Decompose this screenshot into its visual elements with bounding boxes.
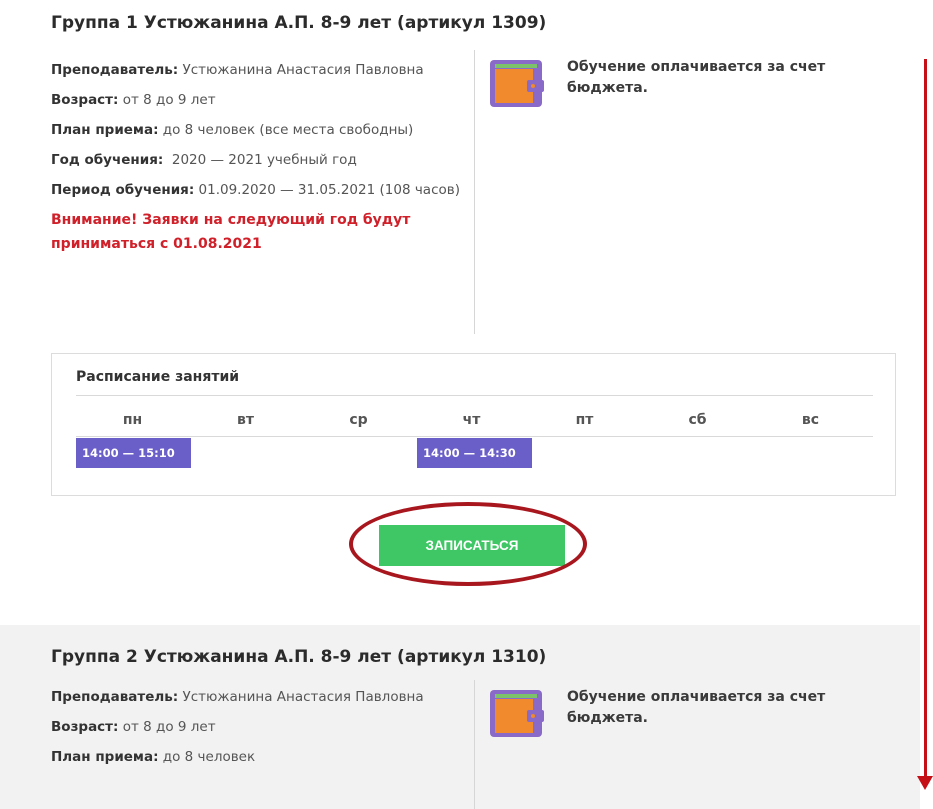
group-title: Группа 1 Устюжанина А.П. 8-9 лет (артику… xyxy=(51,13,547,33)
column-divider xyxy=(474,50,475,334)
teacher-info: Преподаватель: Устюжанина Анастасия Павл… xyxy=(51,689,424,705)
period-info: Период обучения: 01.09.2020 — 31.05.2021… xyxy=(51,182,460,198)
schedule-slot-thu: 14:00 — 14:30 xyxy=(417,438,532,468)
age-info: Возраст: от 8 до 9 лет xyxy=(51,92,216,108)
funding-text: Обучение оплачивается за счет бюджета. xyxy=(567,689,826,726)
day-mon: пн xyxy=(122,412,143,428)
group-card-2: Группа 2 Устюжанина А.П. 8-9 лет (артику… xyxy=(0,625,920,809)
age-info: Возраст: от 8 до 9 лет xyxy=(51,719,216,735)
enrollment-warning: Внимание! Заявки на следующий год будут … xyxy=(51,212,411,252)
schedule-divider xyxy=(76,395,873,396)
group-title: Группа 2 Устюжанина А.П. 8-9 лет (артику… xyxy=(51,647,547,667)
schedule-title: Расписание занятий xyxy=(76,369,240,385)
schedule-slot-mon: 14:00 — 15:10 xyxy=(76,438,191,468)
wallet-icon xyxy=(490,60,544,107)
wallet-icon xyxy=(490,690,544,737)
column-divider xyxy=(474,680,475,809)
group-card-1: Группа 1 Устюжанина А.П. 8-9 лет (артику… xyxy=(0,0,920,625)
plan-info: План приема: до 8 человек xyxy=(51,749,256,765)
day-tue: вт xyxy=(237,412,254,428)
day-sat: сб xyxy=(688,412,707,428)
day-sun: вс xyxy=(801,412,820,428)
day-fri: пт xyxy=(575,412,594,428)
group-info: Преподаватель: Устюжанина Анастасия Павл… xyxy=(51,58,469,256)
day-thu: чт xyxy=(462,412,481,428)
group-info: Преподаватель: Устюжанина Анастасия Павл… xyxy=(51,685,469,775)
schedule-panel: Расписание занятий пн вт ср чт пт сб вс … xyxy=(51,353,896,496)
scroll-arrow-line xyxy=(924,59,927,779)
day-wed: ср xyxy=(349,412,368,428)
highlight-ring xyxy=(349,502,587,586)
schedule-header-divider xyxy=(76,436,873,437)
funding-text: Обучение оплачивается за счет бюджета. xyxy=(567,59,826,96)
plan-info: План приема: до 8 человек (все места сво… xyxy=(51,122,414,138)
year-info: Год обучения: 2020 — 2021 учебный год xyxy=(51,152,357,168)
arrow-down-icon xyxy=(917,776,933,790)
teacher-info: Преподаватель: Устюжанина Анастасия Павл… xyxy=(51,62,424,78)
